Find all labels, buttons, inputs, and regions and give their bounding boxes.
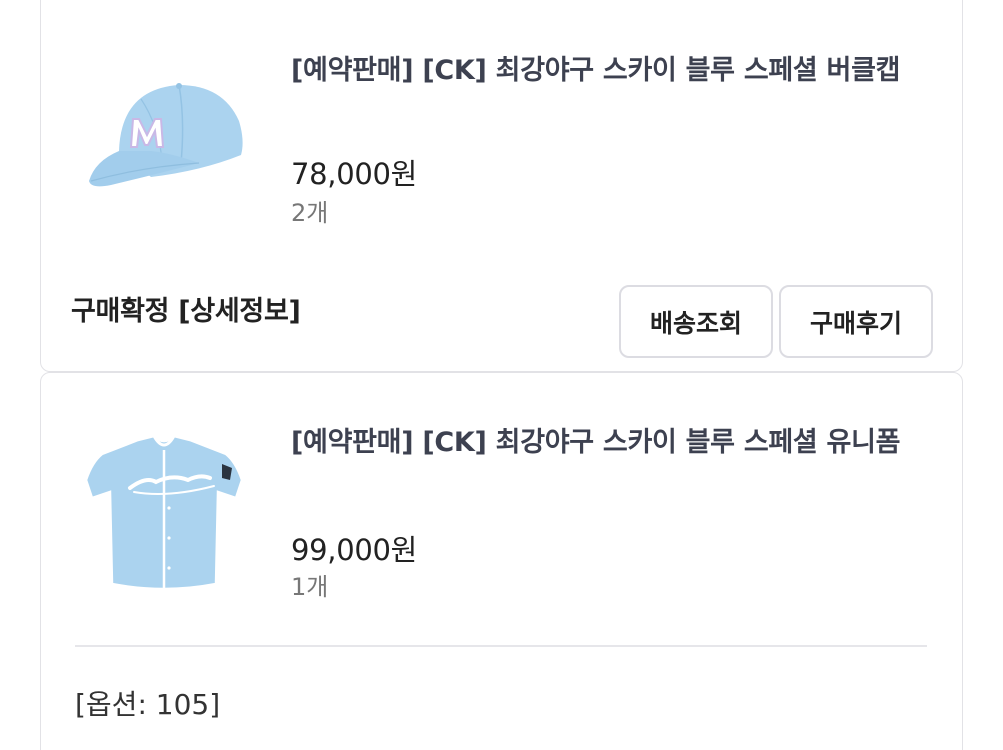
product-title[interactable]: [예약판매] [CK] 최강야구 스카이 블루 스페셜 버클캡 [291, 53, 931, 89]
purchase-confirmed-label: 구매확정 [71, 296, 170, 327]
baseball-jersey-image[interactable] [76, 428, 251, 603]
track-delivery-button[interactable]: 배송조회 [619, 285, 773, 358]
product-price: 99,000원 [291, 533, 418, 567]
product-price: 78,000원 [291, 157, 418, 191]
product-option: [옵션: 105] [75, 688, 221, 721]
order-status: 구매확정 [상세정보] [71, 289, 301, 328]
product-title[interactable]: [예약판매] [CK] 최강야구 스카이 블루 스페셜 유니폼 [291, 425, 931, 461]
detail-info-link[interactable]: [상세정보] [178, 296, 301, 327]
baseball-cap-image[interactable] [81, 59, 256, 234]
order-item-card: [예약판매] [CK] 최강야구 스카이 블루 스페셜 버클캡 78,000원 … [40, 0, 963, 372]
divider [75, 645, 927, 647]
product-quantity: 1개 [291, 573, 329, 601]
order-item-card: [예약판매] [CK] 최강야구 스카이 블루 스페셜 유니폼 99,000원 … [40, 372, 963, 750]
product-quantity: 2개 [291, 199, 329, 227]
write-review-button[interactable]: 구매후기 [779, 285, 933, 358]
